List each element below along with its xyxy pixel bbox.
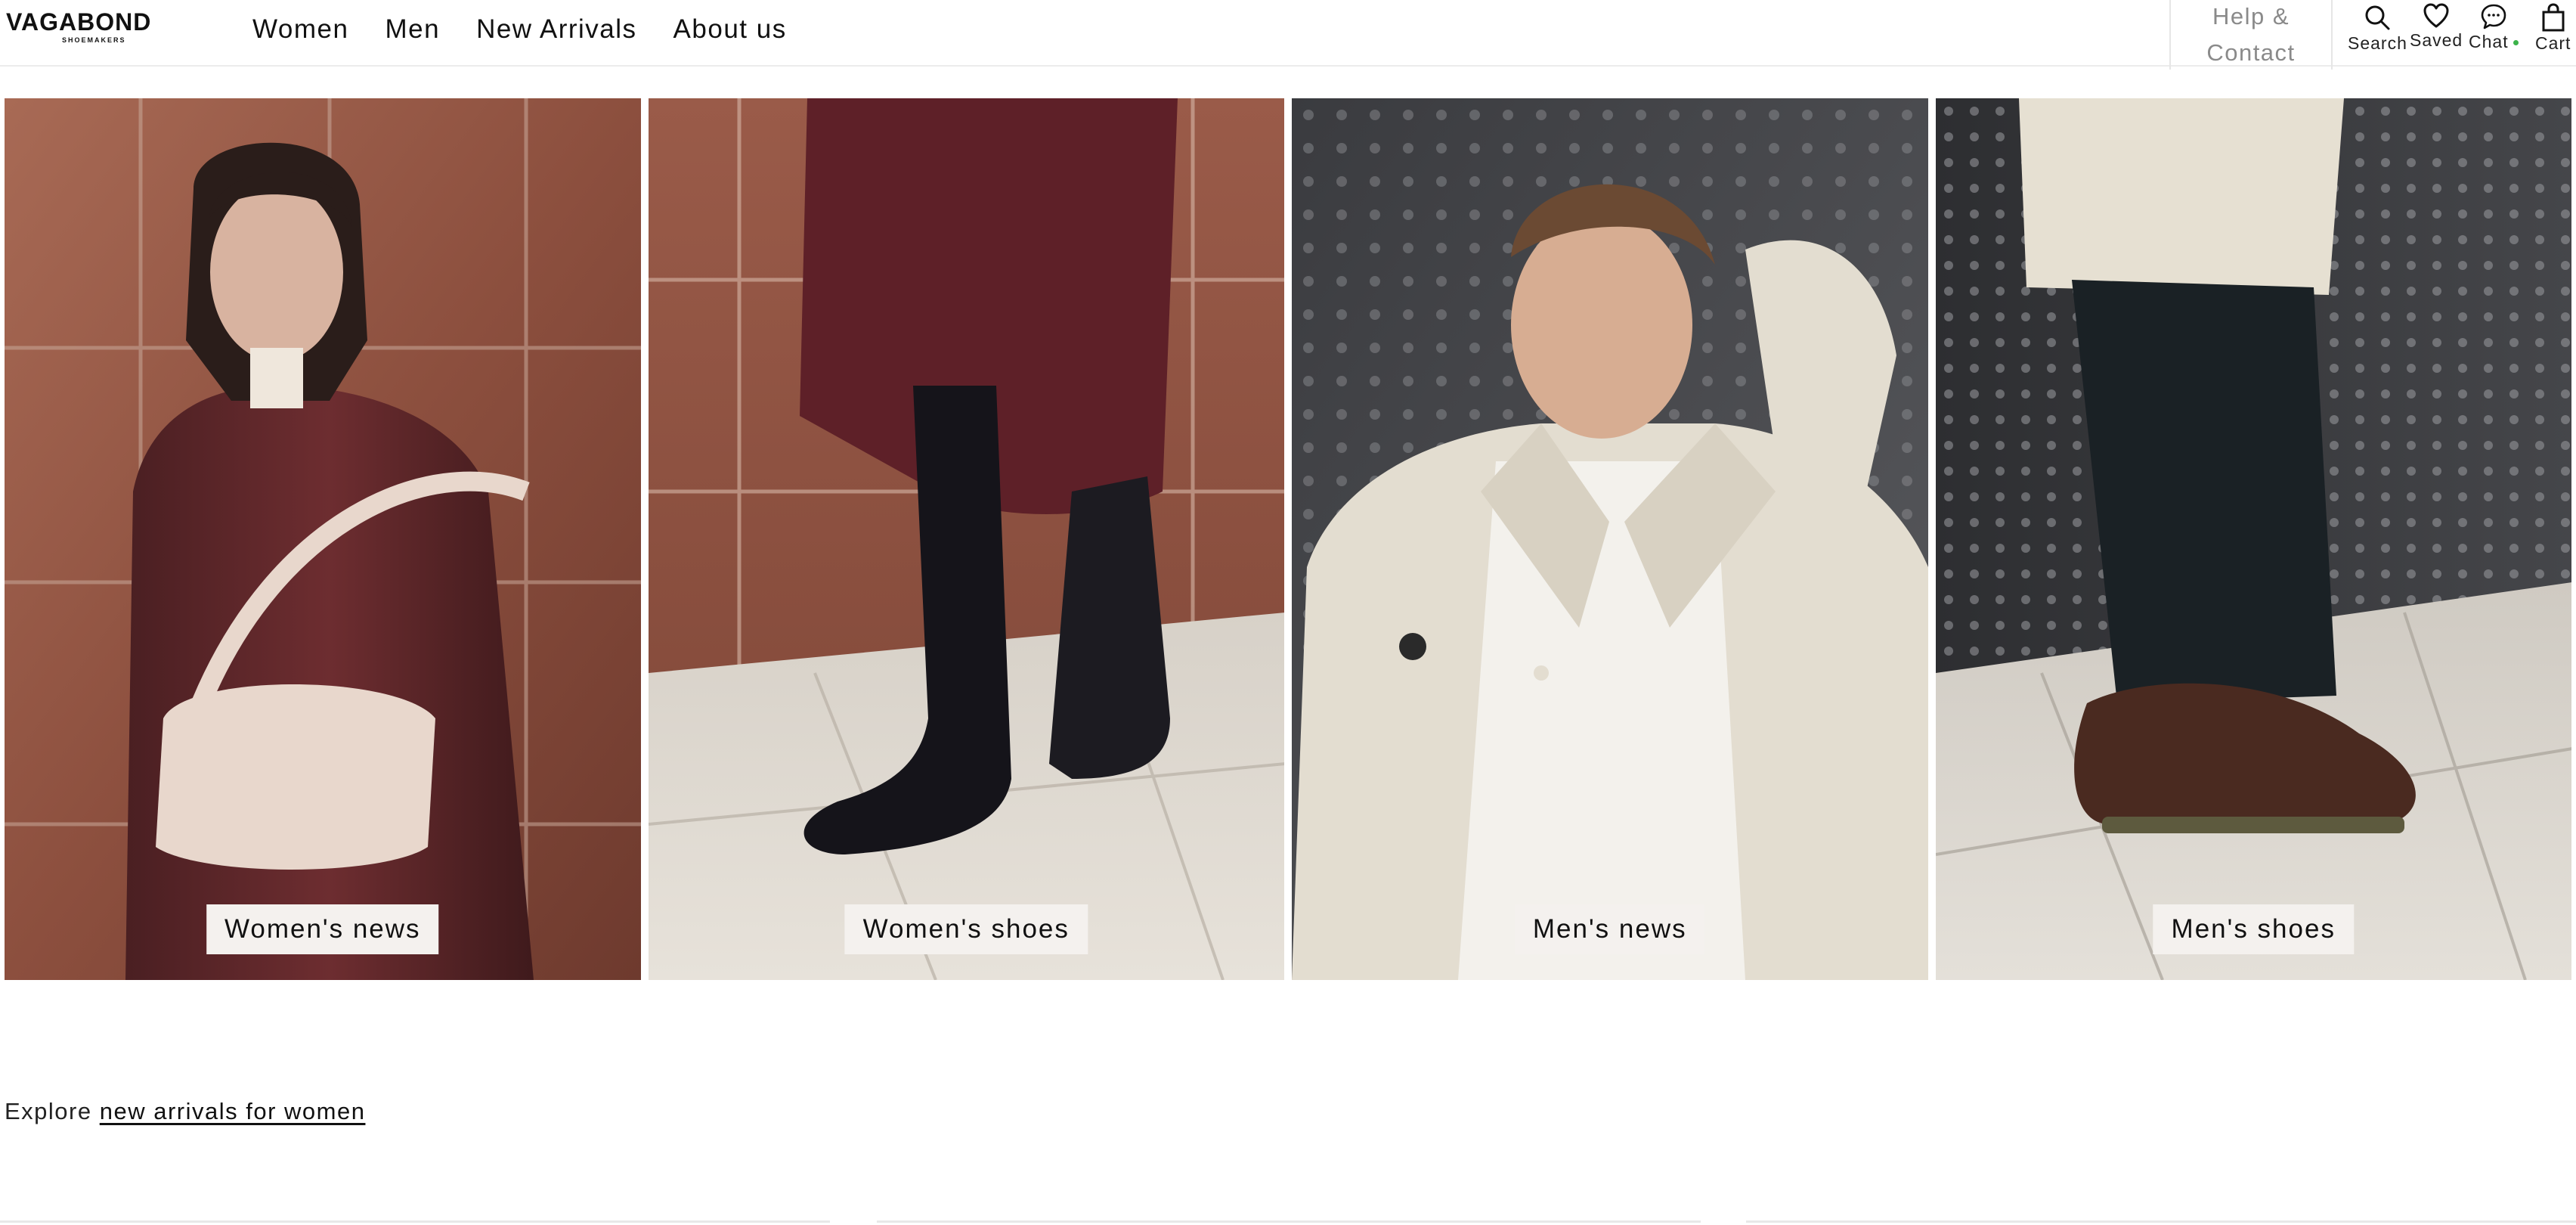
- tile-mens-news[interactable]: Men's news: [1292, 98, 1928, 980]
- tile-label-womens-shoes: Women's shoes: [844, 904, 1088, 954]
- brand-logo[interactable]: VAGABOND SHOEMAKERS: [6, 9, 192, 47]
- nav-item-women[interactable]: Women: [252, 14, 348, 45]
- nav-item-new-arrivals[interactable]: New Arrivals: [476, 14, 636, 45]
- nav-item-about-us[interactable]: About us: [673, 14, 787, 45]
- cart-label: Cart: [2535, 33, 2571, 53]
- site-header: VAGABOND SHOEMAKERS Women Men New Arriva…: [0, 0, 2576, 70]
- brand-wordmark: VAGABOND: [6, 8, 152, 36]
- explore-line: Explore new arrivals for women: [5, 1098, 365, 1125]
- chat-label: Chat: [2469, 32, 2519, 52]
- tile-label-mens-shoes: Men's shoes: [2153, 904, 2354, 954]
- saved-label: Saved: [2410, 30, 2463, 50]
- brand-tagline: SHOEMAKERS: [62, 36, 126, 44]
- cart-button[interactable]: Cart: [2535, 3, 2571, 54]
- search-label: Search: [2348, 33, 2407, 53]
- tile-womens-shoes[interactable]: Women's shoes: [648, 98, 1284, 980]
- nav-item-men[interactable]: Men: [385, 14, 440, 45]
- search-button[interactable]: Search: [2348, 3, 2407, 54]
- help-line-2: Contact: [2206, 39, 2296, 66]
- mens-news-photo: [1292, 98, 1928, 980]
- explore-new-arrivals-women-link[interactable]: new arrivals for women: [100, 1098, 366, 1124]
- carousel-divider: [877, 1220, 1701, 1223]
- tile-mens-shoes[interactable]: Men's shoes: [1935, 98, 2571, 980]
- tile-womens-news[interactable]: Women's news: [5, 98, 641, 980]
- womens-news-photo: [5, 98, 641, 980]
- help-line-1: Help &: [2212, 3, 2290, 29]
- main-nav: Women Men New Arrivals About us: [252, 0, 787, 59]
- explore-prefix: Explore: [5, 1098, 92, 1124]
- chat-button[interactable]: Chat: [2469, 3, 2519, 52]
- chat-bubble-icon: [2481, 4, 2506, 29]
- search-icon: [2365, 5, 2390, 30]
- tile-label-womens-news: Women's news: [206, 904, 439, 954]
- mens-shoes-photo: [1935, 98, 2571, 980]
- help-contact-link[interactable]: Help & Contact: [2169, 0, 2333, 70]
- product-carousel-top-edge: [0, 1220, 2576, 1223]
- category-tiles: Women's news Women's shoes Men's news Me…: [5, 98, 2571, 980]
- chat-label-text: Chat: [2469, 32, 2509, 51]
- shopping-bag-icon: [2542, 3, 2565, 32]
- womens-shoes-photo: [648, 98, 1284, 980]
- carousel-divider: [1746, 1220, 2576, 1223]
- heart-icon: [2423, 3, 2449, 28]
- tile-label-mens-news: Men's news: [1514, 904, 1705, 954]
- carousel-divider: [0, 1220, 830, 1223]
- saved-button[interactable]: Saved: [2410, 3, 2463, 51]
- chat-online-status-icon: [2513, 40, 2519, 46]
